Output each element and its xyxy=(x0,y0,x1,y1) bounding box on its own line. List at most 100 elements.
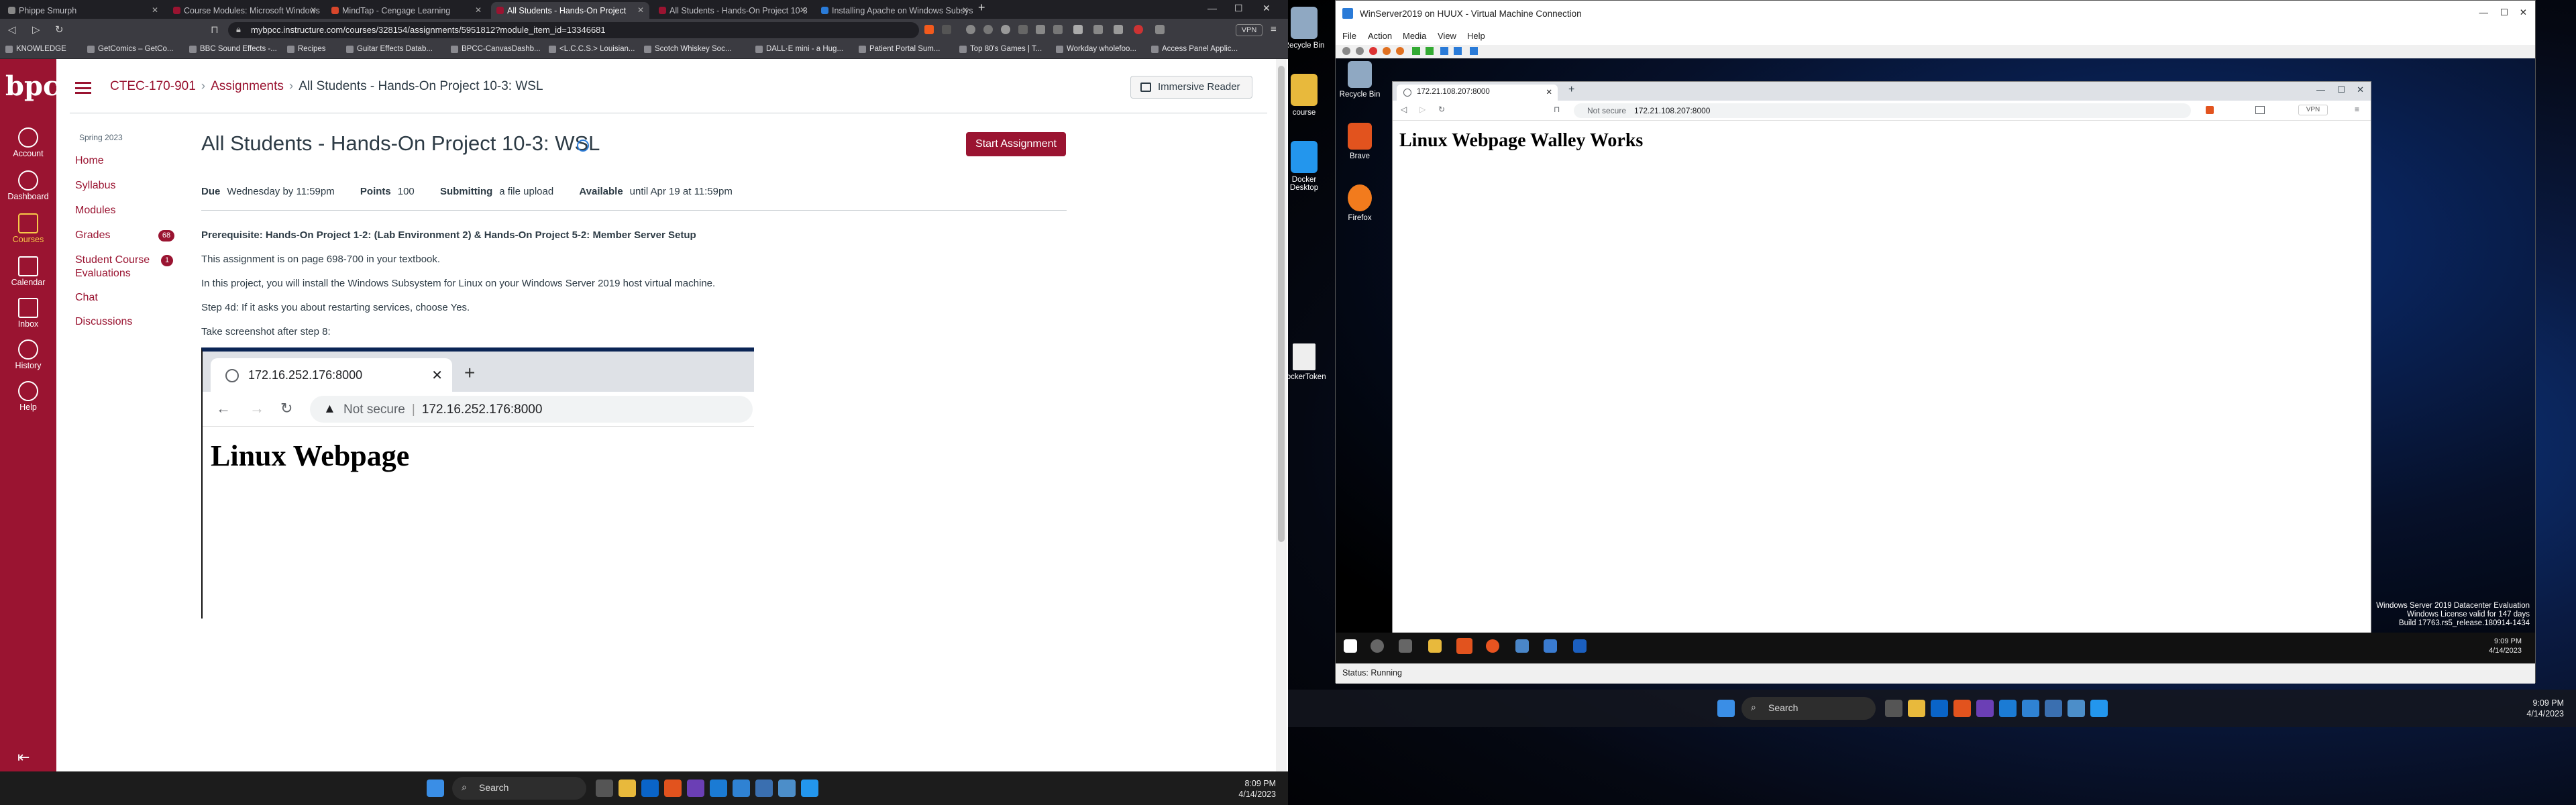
taskbar-search[interactable]: ⌕ Search xyxy=(1741,697,1876,720)
close-window-icon[interactable]: ✕ xyxy=(2520,7,2527,18)
bookmark-item[interactable]: Recipes xyxy=(287,45,326,53)
outlook-icon[interactable] xyxy=(641,780,659,797)
app-icon[interactable] xyxy=(1544,639,1557,653)
menu-view[interactable]: View xyxy=(1438,31,1456,41)
app-icon[interactable] xyxy=(755,780,773,797)
forward-icon[interactable]: ▷ xyxy=(1419,105,1426,114)
address-bar[interactable]: 🔒︎ mybpcc.instructure.com/courses/328154… xyxy=(228,22,919,38)
guest-icon-recycle-bin[interactable]: Recycle Bin xyxy=(1336,61,1387,99)
brave-shields-icon[interactable] xyxy=(2206,106,2214,114)
taskbar-clock[interactable]: 9:09 PM 4/14/2023 xyxy=(2526,698,2564,719)
extension-icon[interactable] xyxy=(1134,25,1143,34)
checkpoint-icon[interactable] xyxy=(1440,47,1448,55)
menu-help[interactable]: Help xyxy=(1467,31,1485,41)
start-assignment-button[interactable]: Start Assignment xyxy=(966,132,1066,156)
app-icon[interactable] xyxy=(733,780,750,797)
app-icon[interactable] xyxy=(778,780,796,797)
desktop-icon-course[interactable]: course xyxy=(1288,74,1331,117)
menu-icon[interactable]: ≡ xyxy=(1271,23,1277,35)
search-icon[interactable] xyxy=(1371,639,1384,653)
taskbar-clock[interactable]: 8:09 PM 4/14/2023 xyxy=(1238,778,1276,800)
nav-courses[interactable]: Courses xyxy=(0,213,56,244)
bookmark-item[interactable]: Top 80's Games | T... xyxy=(959,45,1042,53)
extension-icon[interactable] xyxy=(1093,25,1103,34)
extension-icon[interactable] xyxy=(1001,25,1010,34)
guest-icon-firefox[interactable]: Firefox xyxy=(1336,184,1387,222)
nav-inbox[interactable]: Inbox xyxy=(0,298,56,329)
docker-icon[interactable] xyxy=(2090,700,2108,717)
school-logo[interactable]: bpcc xyxy=(5,67,76,107)
windows-start-icon[interactable] xyxy=(1344,639,1357,653)
vpn-button[interactable]: VPN xyxy=(1236,24,1263,36)
start-icon[interactable] xyxy=(1356,47,1364,55)
close-tab-icon[interactable]: ✕ xyxy=(800,5,806,15)
back-icon[interactable]: ◁ xyxy=(8,23,16,36)
task-view-icon[interactable] xyxy=(1885,700,1902,717)
close-tab-icon[interactable]: ✕ xyxy=(310,5,317,15)
minimize-icon[interactable]: — xyxy=(2316,85,2325,95)
extension-icon[interactable] xyxy=(983,25,993,34)
course-nav-grades[interactable]: Grades xyxy=(75,229,110,242)
extension-icon[interactable] xyxy=(966,25,975,34)
vscode-icon[interactable] xyxy=(710,780,727,797)
app-icon[interactable] xyxy=(2068,700,2085,717)
rewards-icon[interactable] xyxy=(942,25,951,34)
file-explorer-icon[interactable] xyxy=(1908,700,1925,717)
extension-icon[interactable] xyxy=(1018,25,1028,34)
page-scrollbar[interactable] xyxy=(1276,59,1287,771)
close-tab-icon[interactable]: ✕ xyxy=(1546,87,1552,97)
close-tab-icon[interactable]: ✕ xyxy=(475,5,482,15)
guest-address-bar[interactable]: Not secure 172.21.108.207:8000 xyxy=(1574,103,2191,118)
app-icon[interactable] xyxy=(1976,700,1994,717)
vscode-icon[interactable] xyxy=(1999,700,2017,717)
close-window-icon[interactable]: ✕ xyxy=(2357,85,2364,95)
breadcrumb-course[interactable]: CTEC-170-901 xyxy=(110,79,196,93)
bookmark-item[interactable]: KNOWLEDGE xyxy=(5,45,66,53)
docker-icon[interactable] xyxy=(801,780,818,797)
course-nav-modules[interactable]: Modules xyxy=(75,204,115,217)
forward-icon[interactable]: ▷ xyxy=(32,23,40,36)
windows-start-icon[interactable] xyxy=(1717,700,1735,717)
turn-off-icon[interactable] xyxy=(1369,47,1377,55)
browser-tab[interactable]: Phippe Smurph ✕ xyxy=(3,2,164,19)
outlook-icon[interactable] xyxy=(1931,700,1948,717)
minimize-icon[interactable]: — xyxy=(2479,7,2489,17)
app-icon[interactable] xyxy=(687,780,704,797)
browser-tab[interactable]: MindTap - Cengage Learning ✕ xyxy=(326,2,487,19)
task-view-icon[interactable] xyxy=(596,780,613,797)
shutdown-icon[interactable] xyxy=(1383,47,1391,55)
browser-tab[interactable]: Installing Apache on Windows Subsys ✕ xyxy=(816,2,974,19)
close-tab-icon[interactable]: ✕ xyxy=(962,5,969,15)
save-state-icon[interactable] xyxy=(1396,47,1404,55)
ubuntu-icon[interactable] xyxy=(1486,639,1499,653)
new-tab-button[interactable]: + xyxy=(978,1,985,15)
bookmark-icon[interactable]: ⊓ xyxy=(1554,105,1560,114)
course-nav-syllabus[interactable]: Syllabus xyxy=(75,179,115,193)
wallet-icon[interactable] xyxy=(1155,25,1165,34)
file-explorer-icon[interactable] xyxy=(1428,639,1442,653)
menu-media[interactable]: Media xyxy=(1403,31,1426,41)
reload-icon[interactable]: ↻ xyxy=(1438,105,1445,114)
back-icon[interactable]: ◁ xyxy=(1401,105,1407,114)
sidebar-icon[interactable] xyxy=(1114,25,1123,34)
bookmark-item[interactable]: Access Panel Applic... xyxy=(1151,45,1238,53)
course-nav-chat[interactable]: Chat xyxy=(75,291,98,305)
minimize-icon[interactable]: — xyxy=(1208,3,1217,13)
play-icon[interactable] xyxy=(1426,47,1434,55)
close-tab-icon[interactable]: ✕ xyxy=(637,5,644,15)
browser-tab[interactable]: All Students - Hands-On Project 10-3 ✕ xyxy=(653,2,812,19)
powershell-icon[interactable] xyxy=(1573,639,1587,653)
sidebar-icon[interactable] xyxy=(2255,106,2265,114)
menu-icon[interactable]: ≡ xyxy=(2355,105,2359,114)
bookmark-item[interactable]: DALL·E mini - a Hug... xyxy=(755,45,843,53)
nav-account[interactable]: Account xyxy=(0,127,56,158)
breadcrumb-assignments[interactable]: Assignments xyxy=(211,79,284,93)
revert-icon[interactable] xyxy=(1454,47,1462,55)
nav-history[interactable]: History xyxy=(0,339,56,370)
bookmark-item[interactable]: GetComics – GetCo... xyxy=(87,45,173,53)
download-icon[interactable] xyxy=(1073,25,1083,34)
bookmark-item[interactable]: BBC Sound Effects -... xyxy=(189,45,277,53)
bookmark-item[interactable]: Workday wholefoo... xyxy=(1056,45,1136,53)
nav-calendar[interactable]: Calendar xyxy=(0,256,56,287)
desktop-icon-recycle-bin[interactable]: Recycle Bin xyxy=(1288,7,1331,50)
